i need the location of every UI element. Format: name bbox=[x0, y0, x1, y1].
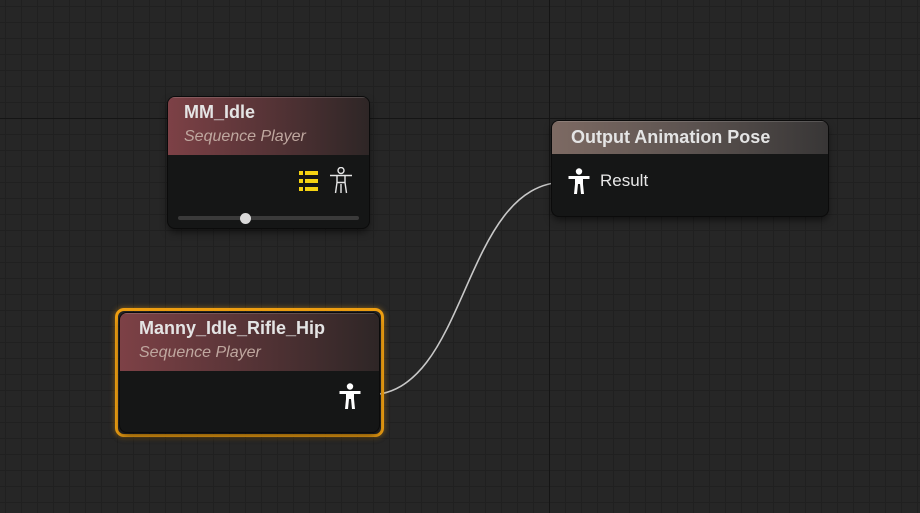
node-mm-idle[interactable]: MM_Idle Sequence Player bbox=[168, 97, 369, 228]
playback-slider-track[interactable] bbox=[178, 216, 359, 220]
pose-pin-icon[interactable] bbox=[339, 383, 361, 410]
node-output-animation-pose[interactable]: Output Animation Pose Result bbox=[552, 121, 828, 216]
node-header: Output Animation Pose bbox=[552, 121, 828, 154]
asset-list-icon[interactable] bbox=[299, 170, 319, 192]
pose-pin-icon[interactable] bbox=[568, 168, 590, 195]
node-header: MM_Idle Sequence Player bbox=[168, 97, 369, 155]
result-pin-label: Result bbox=[600, 171, 649, 190]
node-subtitle: Sequence Player bbox=[139, 344, 261, 361]
pose-wire[interactable] bbox=[367, 181, 567, 396]
node-title: Output Animation Pose bbox=[571, 127, 771, 147]
node-title: Manny_Idle_Rifle_Hip bbox=[139, 318, 326, 338]
node-header: Manny_Idle_Rifle_Hip Sequence Player bbox=[120, 313, 379, 371]
node-manny-idle-rifle-hip[interactable]: Manny_Idle_Rifle_Hip Sequence Player bbox=[120, 313, 379, 432]
node-subtitle: Sequence Player bbox=[184, 128, 306, 145]
node-title: MM_Idle bbox=[184, 102, 256, 122]
pose-pin-icon[interactable] bbox=[329, 167, 353, 194]
playback-slider-thumb[interactable] bbox=[240, 212, 251, 224]
anim-graph-canvas[interactable]: MM_Idle Sequence Player Manny_Idle_Rifle… bbox=[0, 0, 920, 513]
